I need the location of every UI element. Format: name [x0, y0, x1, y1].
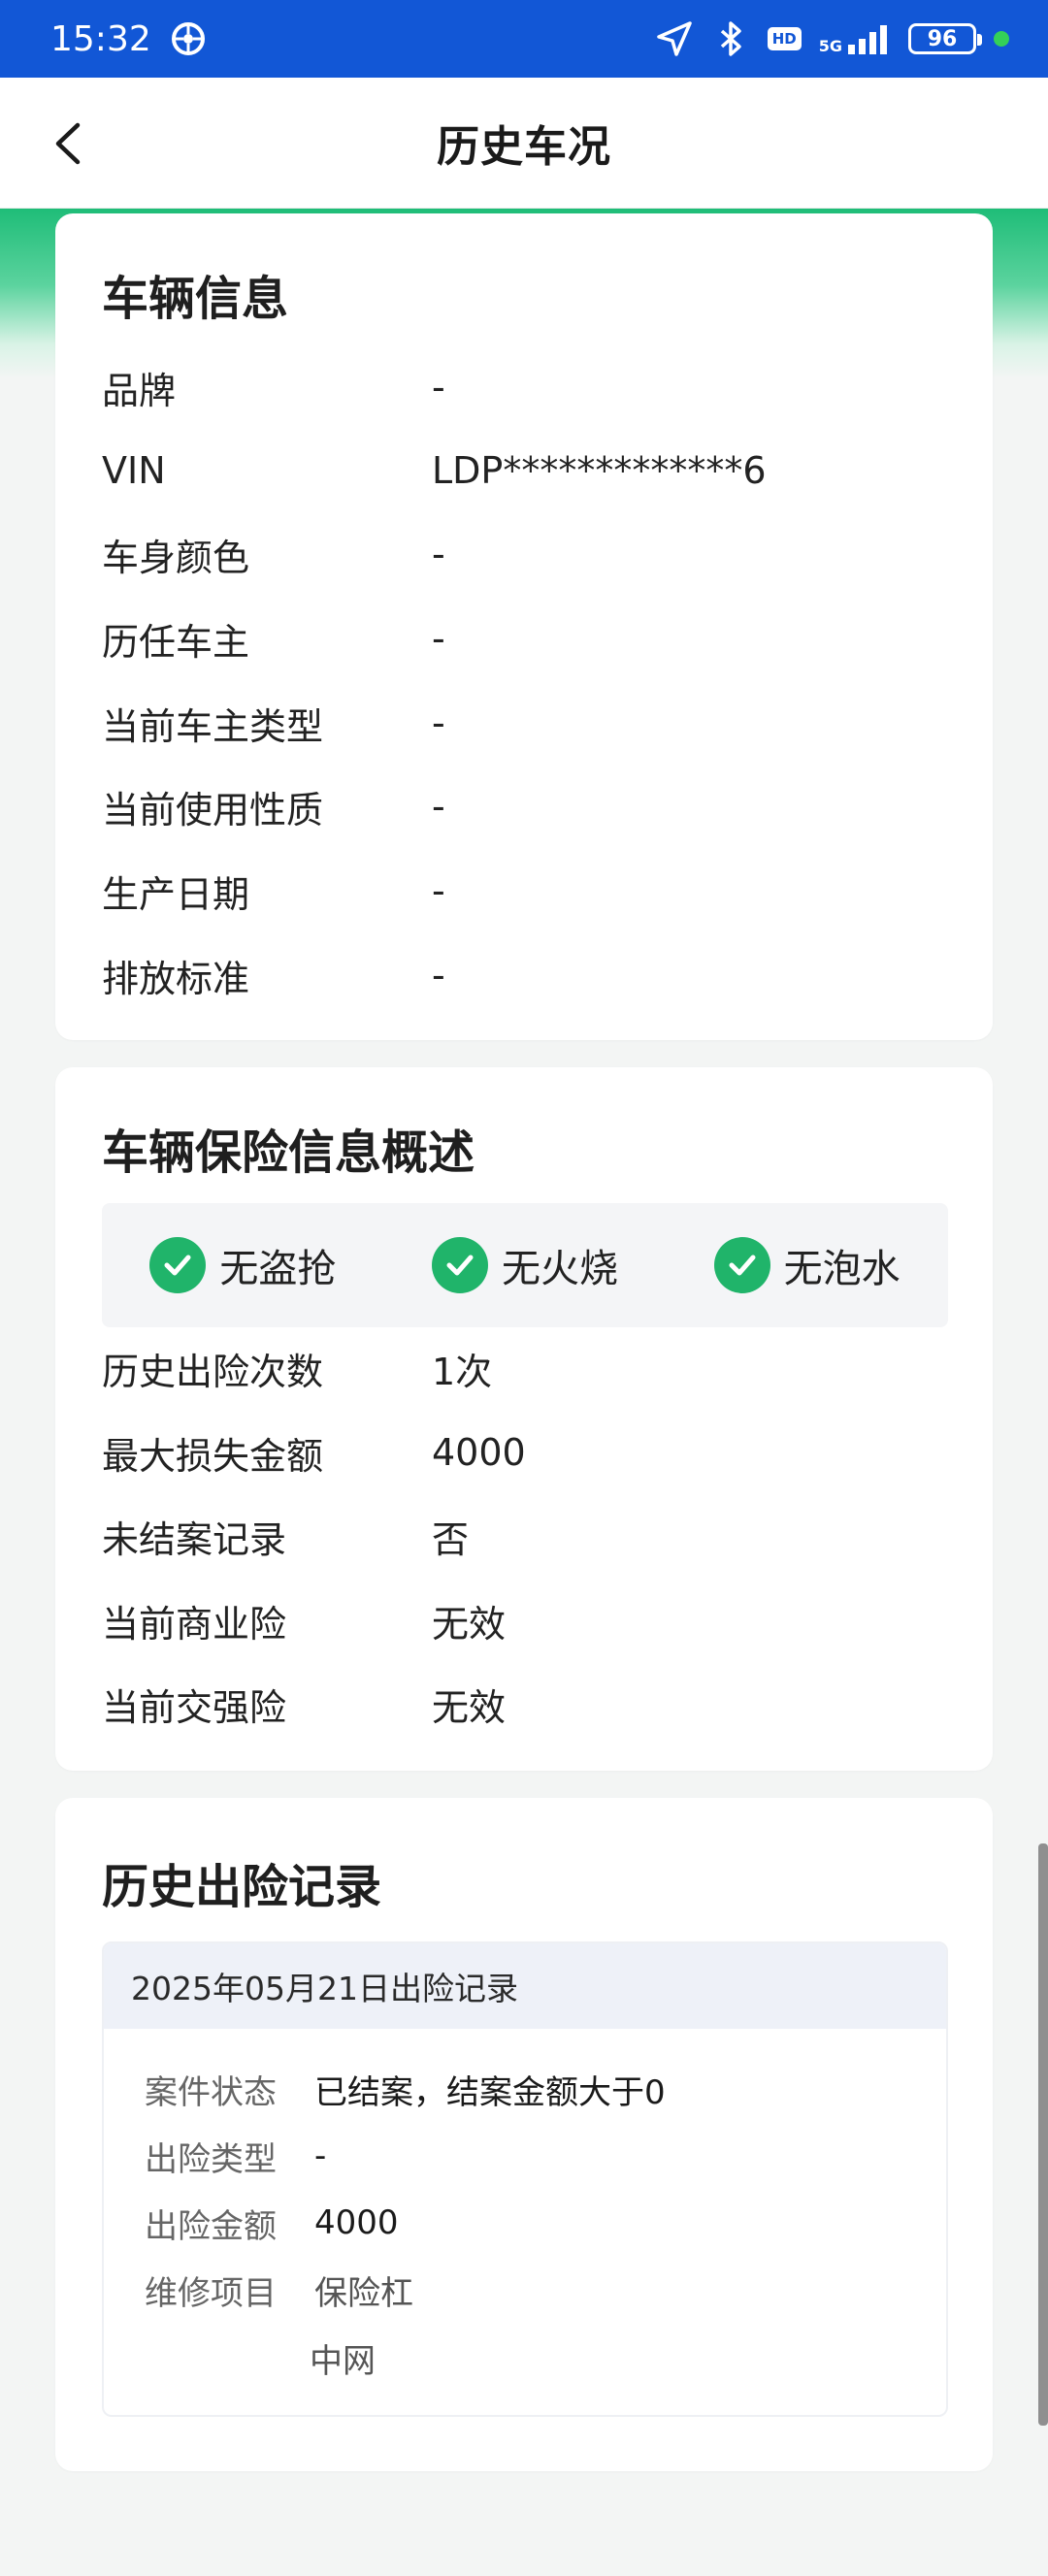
- insurance-row: 历史出险次数 1次: [102, 1344, 493, 1393]
- info-value: -: [432, 954, 445, 996]
- info-value: -: [432, 617, 445, 660]
- insurance-value: 无效: [432, 1685, 507, 1729]
- claim-value: -: [314, 2136, 327, 2175]
- info-value: -: [432, 366, 445, 408]
- info-value: -: [432, 785, 445, 828]
- info-label: 品牌: [102, 369, 177, 412]
- info-value: -: [432, 701, 445, 744]
- claim-value: 4000: [314, 2203, 399, 2242]
- insurance-row: 当前交强险 无效: [102, 1679, 507, 1729]
- privacy-indicator-icon: [994, 31, 1009, 47]
- claim-label: 案件状态: [145, 2072, 277, 2112]
- location-icon: [655, 19, 694, 58]
- info-row: 排放标准 -: [102, 951, 445, 1000]
- info-label: 排放标准: [102, 957, 250, 1000]
- battery-indicator: 96: [908, 23, 982, 54]
- insurance-label: 历史出险次数: [102, 1350, 324, 1393]
- claim-row: 出险类型 -: [145, 2132, 326, 2180]
- claim-label: 出险类型: [145, 2139, 277, 2179]
- insurance-overview-title: 车辆保险信息概述: [102, 1125, 475, 1180]
- claim-value: 已结案，结案金额大于0: [314, 2072, 666, 2112]
- insurance-label: 当前商业险: [102, 1602, 287, 1646]
- badge-no-fire: 无火烧: [431, 1237, 618, 1293]
- claim-row: 维修项目 保险杠: [145, 2266, 413, 2314]
- badge-no-theft: 无盗抢: [149, 1237, 336, 1293]
- info-value: -: [432, 533, 445, 575]
- badge-label: 无火烧: [501, 1247, 618, 1291]
- back-button[interactable]: [29, 105, 107, 182]
- info-label: 当前使用性质: [102, 788, 324, 831]
- bluetooth-icon: [711, 19, 750, 58]
- insurance-label: 未结案记录: [102, 1517, 287, 1561]
- check-icon: [431, 1237, 488, 1293]
- hd-icon: HD: [767, 27, 802, 50]
- info-label: 生产日期: [102, 872, 250, 916]
- signal-icon: 5G: [819, 23, 891, 54]
- claim-value: 保险杠: [314, 2273, 413, 2313]
- vehicle-info-title: 车辆信息: [102, 272, 289, 326]
- insurance-value: 无效: [432, 1602, 507, 1646]
- insurance-value: 4000: [432, 1431, 526, 1474]
- insurance-badges: 无盗抢 无火烧 无泡水: [102, 1203, 948, 1327]
- claim-row: 案件状态 已结案，结案金额大于0: [145, 2065, 666, 2113]
- info-label: 当前车主类型: [102, 704, 324, 748]
- app-notification-icon: [169, 19, 208, 58]
- scrollbar[interactable]: [1038, 1843, 1048, 2426]
- nav-bar: 历史车况: [0, 78, 1048, 209]
- chevron-left-icon: [55, 122, 81, 165]
- badge-label: 无泡水: [783, 1247, 901, 1291]
- info-row: 品牌 -: [102, 363, 445, 412]
- badge-no-flood: 无泡水: [713, 1237, 901, 1293]
- network-type: 5G: [818, 37, 842, 55]
- status-time: 15:32: [50, 18, 151, 59]
- claim-label: 维修项目: [145, 2273, 277, 2313]
- info-label: 车身颜色: [102, 536, 250, 579]
- check-icon: [149, 1237, 207, 1293]
- info-row: 车身颜色 -: [102, 530, 445, 579]
- badge-label: 无盗抢: [219, 1247, 337, 1291]
- claim-history-card: 历史出险记录 2025年05月21日出险记录 案件状态 已结案，结案金额大于0 …: [55, 1798, 993, 2471]
- info-row: 当前使用性质 -: [102, 782, 445, 831]
- info-row: 生产日期 -: [102, 866, 445, 916]
- insurance-row: 当前商业险 无效: [102, 1596, 507, 1646]
- check-icon: [713, 1237, 770, 1293]
- insurance-label: 最大损失金额: [102, 1434, 324, 1478]
- info-value: -: [432, 869, 445, 912]
- insurance-label: 当前交强险: [102, 1685, 287, 1729]
- page-title: 历史车况: [437, 122, 611, 172]
- claim-history-title: 历史出险记录: [102, 1860, 382, 1914]
- claim-record: 2025年05月21日出险记录 案件状态 已结案，结案金额大于0 出险类型 - …: [102, 1941, 948, 2417]
- insurance-value: 1次: [432, 1350, 493, 1393]
- repair-item: 中网: [310, 2342, 376, 2381]
- claim-label: 出险金额: [145, 2206, 277, 2246]
- info-value: LDP*************6: [432, 449, 767, 492]
- vehicle-info-card: 车辆信息 品牌 - VIN LDP*************6 车身颜色 - 历…: [55, 213, 993, 1040]
- insurance-value: 否: [432, 1517, 470, 1561]
- insurance-overview-card: 车辆保险信息概述 无盗抢 无火烧 无泡水 历史出险次数 1次 最大损失金额 40…: [55, 1067, 993, 1771]
- insurance-row: 最大损失金额 4000: [102, 1428, 526, 1478]
- claim-record-header: 2025年05月21日出险记录: [104, 1943, 946, 2029]
- info-row: 当前车主类型 -: [102, 699, 445, 748]
- info-row: 历任车主 -: [102, 614, 445, 664]
- claim-row: 出险金额 4000: [145, 2199, 399, 2247]
- info-label: 历任车主: [102, 620, 250, 664]
- info-label: VIN: [102, 449, 166, 492]
- insurance-row: 未结案记录 否: [102, 1512, 470, 1561]
- status-bar: 15:32 HD 5G 96: [0, 0, 1048, 78]
- info-row: VIN LDP*************6: [102, 446, 767, 495]
